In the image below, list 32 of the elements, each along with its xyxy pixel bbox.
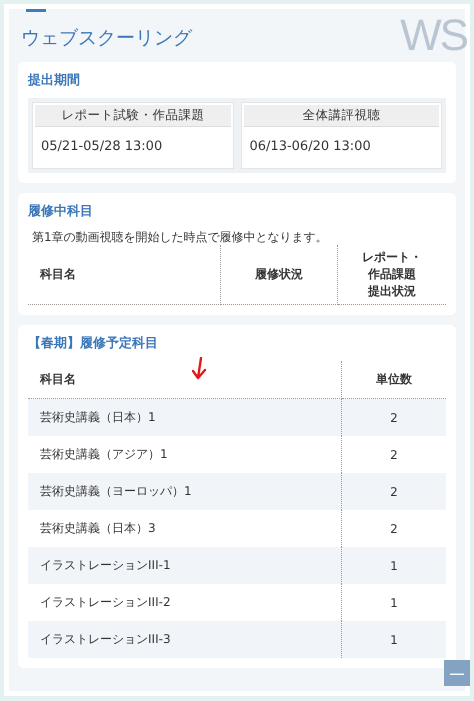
logo-text: WS bbox=[400, 10, 467, 62]
column-header: 履修状況 bbox=[254, 266, 304, 283]
table-cell: 2 bbox=[342, 473, 446, 510]
period-value: 06/13-06/20 13:00 bbox=[248, 138, 372, 156]
column-header: 科目名 bbox=[40, 266, 77, 283]
table-cell: 1 bbox=[342, 547, 446, 584]
period-label: 全体講評視聴 bbox=[244, 105, 439, 127]
table-cell: 芸術史講義（日本）3 bbox=[28, 510, 342, 547]
arrow-icon bbox=[192, 357, 208, 381]
table-cell: 2 bbox=[342, 398, 446, 436]
accent-bar bbox=[26, 9, 46, 12]
table-cell: 2 bbox=[342, 510, 446, 547]
section-heading: 提出期間 bbox=[28, 72, 81, 90]
period-label: レポート試験・作品課題 bbox=[35, 105, 230, 127]
section-heading: 履修中科目 bbox=[28, 203, 94, 221]
table-cell: 2 bbox=[342, 436, 446, 473]
note-text: 第1章の動画視聴を開始した時点で履修中となります。 bbox=[32, 229, 329, 245]
table-cell: 芸術史講義（アジア）1 bbox=[28, 436, 342, 473]
table-cell: 芸術史講義（日本）1 bbox=[28, 398, 342, 436]
collapse-button[interactable]: — bbox=[444, 660, 470, 686]
table-cell: イラストレーションIII-2 bbox=[28, 584, 342, 621]
column-header: 作品課題 bbox=[366, 266, 417, 283]
table-cell: 1 bbox=[342, 584, 446, 621]
table-cell: イラストレーションIII-1 bbox=[28, 547, 342, 584]
period-value: 05/21-05/28 13:00 bbox=[40, 138, 164, 156]
section-heading: 【春期】履修予定科目 bbox=[28, 335, 159, 353]
page-title: ウェブスクーリング bbox=[21, 26, 192, 50]
column-header: レポート・ bbox=[360, 249, 423, 266]
table-cell: 1 bbox=[342, 621, 446, 658]
column-header: 提出状況 bbox=[366, 283, 417, 300]
table-cell: イラストレーションIII-3 bbox=[28, 621, 342, 658]
table-cell: 芸術史講義（ヨーロッパ）1 bbox=[28, 473, 342, 510]
